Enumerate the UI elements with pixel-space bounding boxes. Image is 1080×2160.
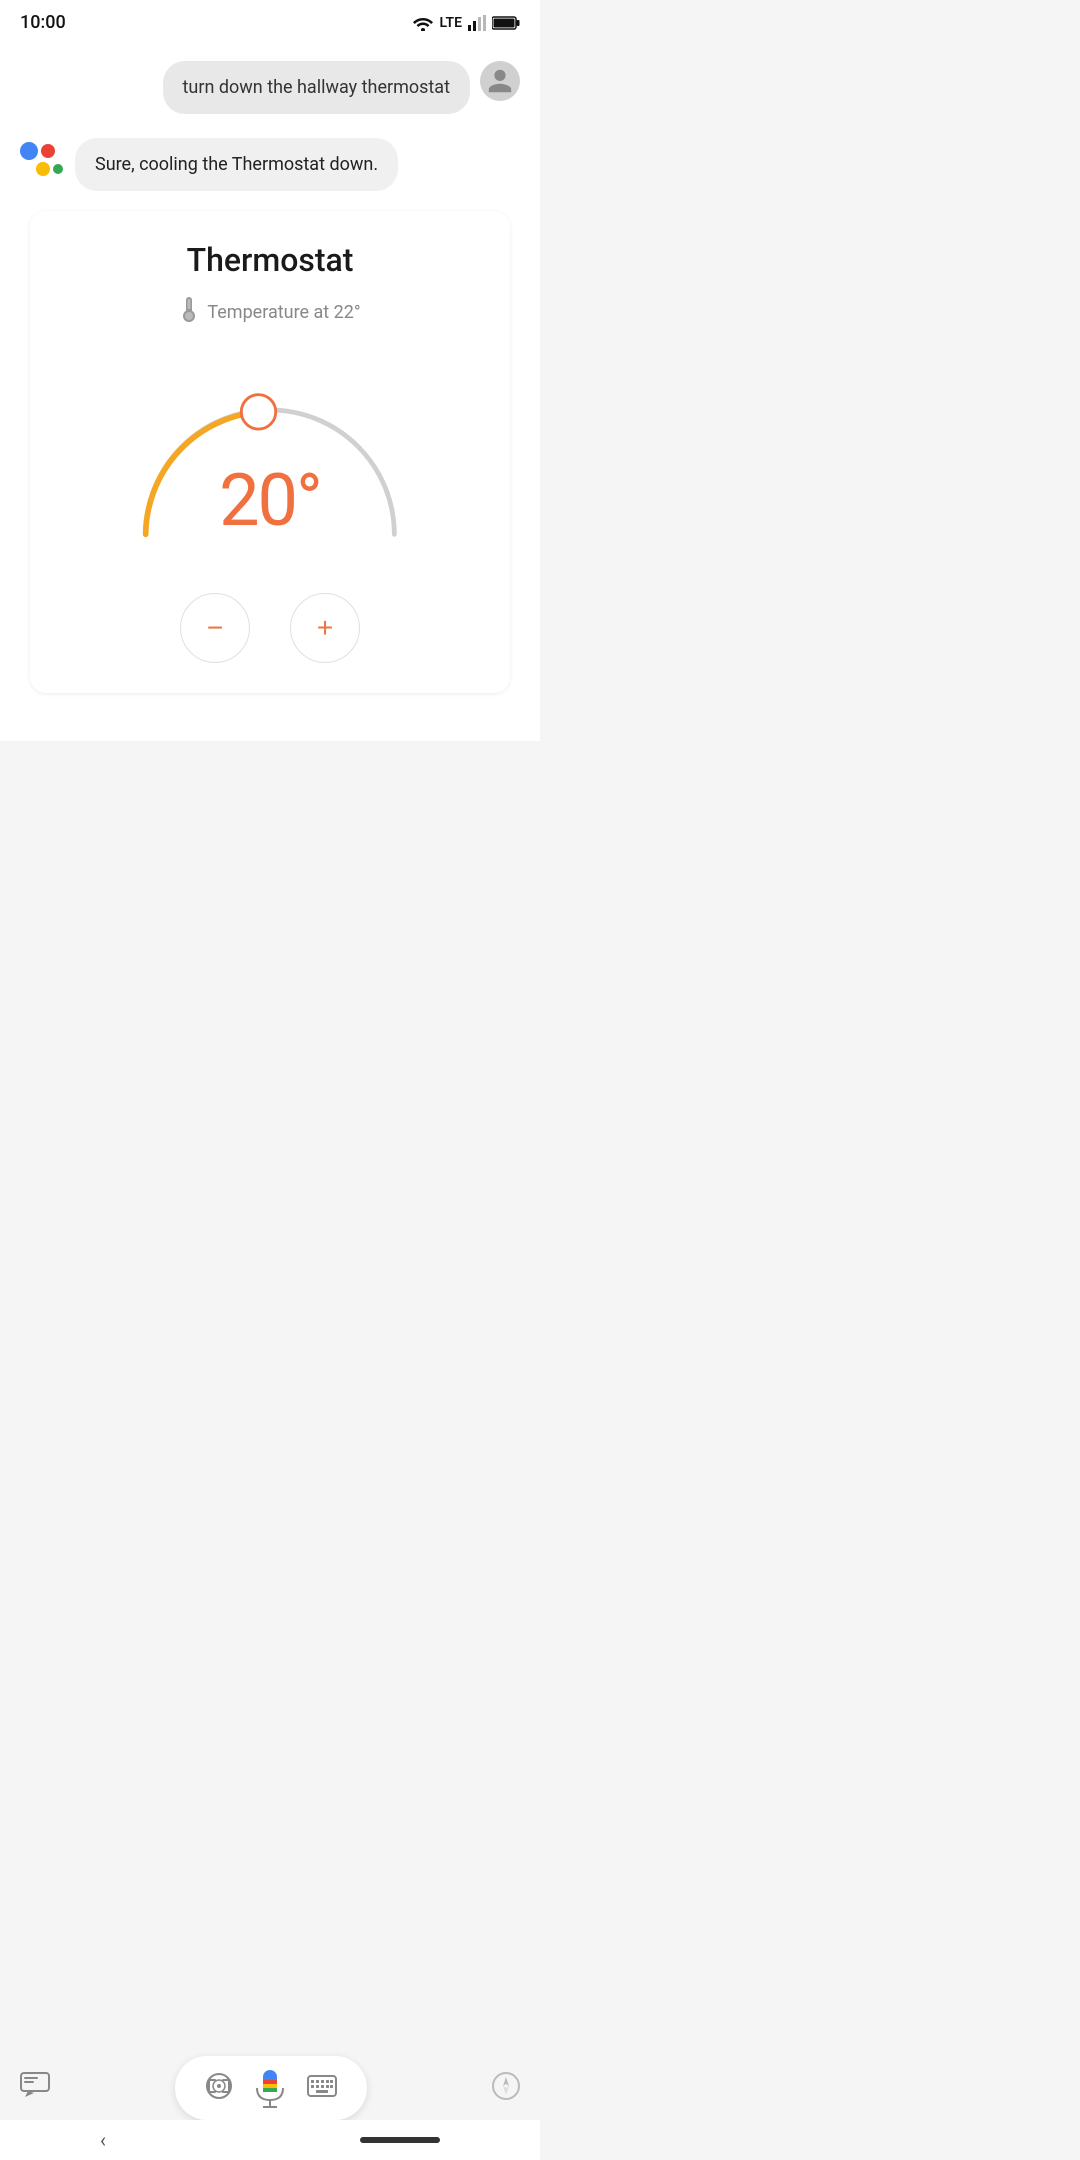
keyboard-icon[interactable] — [307, 2075, 337, 2101]
decrease-temperature-button[interactable]: − — [180, 593, 250, 663]
assistant-text: Sure, cooling the Thermostat down. — [95, 154, 378, 175]
bottom-area — [0, 741, 540, 941]
status-bar: 10:00 LTE — [0, 0, 540, 41]
increase-temperature-button[interactable]: + — [290, 593, 360, 663]
lte-label: LTE — [440, 15, 462, 31]
user-message-text: turn down the hallway thermostat — [183, 77, 450, 98]
thermometer-icon — [179, 295, 199, 329]
lens-icon[interactable] — [205, 2072, 233, 2104]
nav-bar: ‹ — [0, 2120, 540, 2160]
status-time: 10:00 — [20, 12, 66, 33]
google-dot-yellow — [36, 162, 50, 176]
chat-area: turn down the hallway thermostat Sure, c… — [0, 41, 540, 741]
google-assistant-logo — [20, 142, 63, 176]
controls-row[interactable]: − + — [180, 593, 360, 663]
status-icons: LTE — [412, 15, 520, 31]
user-avatar-icon — [486, 67, 514, 95]
assistant-bubble: Sure, cooling the Thermostat down. — [75, 138, 398, 191]
temperature-value: 20° — [219, 458, 321, 543]
google-dot-blue — [20, 142, 38, 160]
assistant-row: Sure, cooling the Thermostat down. — [20, 138, 520, 191]
bottom-center-pill — [175, 2056, 367, 2120]
google-dot-green — [53, 164, 63, 174]
user-bubble: turn down the hallway thermostat — [163, 61, 470, 114]
signal-icon — [468, 15, 486, 31]
home-pill[interactable] — [360, 2137, 440, 2143]
user-message-row: turn down the hallway thermostat — [20, 61, 520, 114]
thermostat-title: Thermostat — [187, 241, 354, 279]
microphone-icon[interactable] — [253, 2068, 287, 2108]
bottom-action-bar — [0, 2056, 540, 2120]
plus-icon: + — [317, 612, 333, 644]
battery-icon — [492, 16, 520, 30]
thermostat-card: Thermostat Temperature at 22° — [30, 211, 510, 693]
wifi-icon — [412, 15, 434, 31]
temperature-label-row: Temperature at 22° — [179, 295, 360, 329]
temperature-label: Temperature at 22° — [207, 302, 360, 323]
avatar — [480, 61, 520, 101]
back-button[interactable]: ‹ — [100, 2128, 106, 2152]
google-dot-red — [41, 144, 55, 158]
messages-icon[interactable] — [20, 2072, 50, 2105]
minus-icon: − — [207, 612, 223, 644]
compass-icon[interactable] — [492, 2072, 520, 2104]
thermostat-dial: 20° — [110, 353, 430, 553]
